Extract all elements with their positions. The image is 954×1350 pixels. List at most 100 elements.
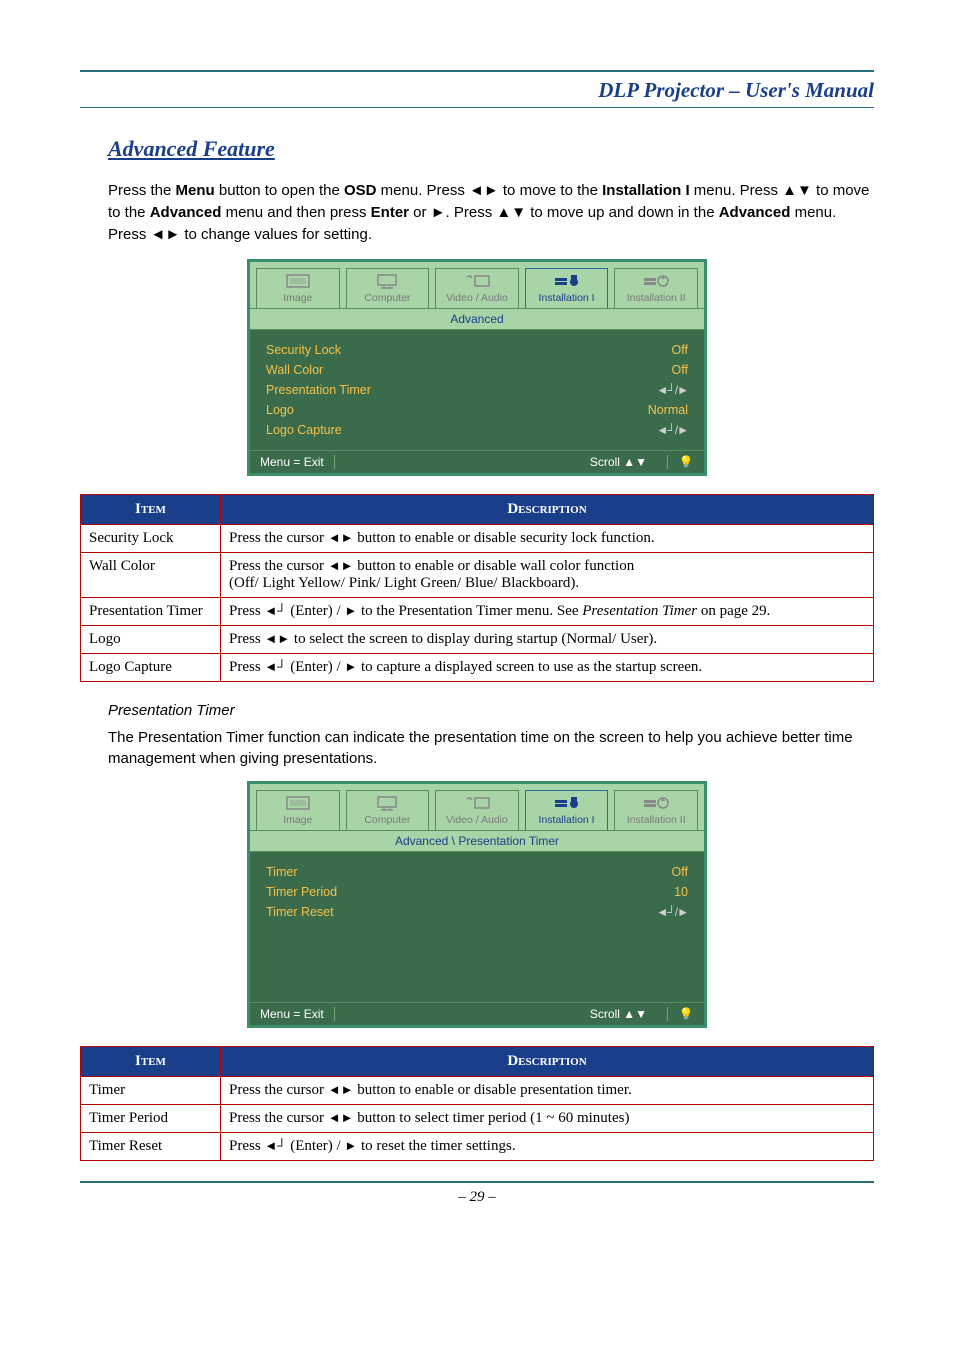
table-row: TimerPress the cursor button to enable o… [81, 1077, 874, 1105]
osd-row-value: Off [672, 865, 688, 879]
osd-tab-computer[interactable]: Computer [346, 268, 430, 308]
subsection-text: The Presentation Timer function can indi… [108, 727, 874, 769]
table-header-desc: Description [221, 1047, 874, 1077]
osd-tab-label: Image [283, 814, 312, 826]
osd-advanced-menu: Image Computer Video / Audio Installation I… [247, 259, 707, 476]
osd-tab-label: Installation II [627, 814, 686, 826]
osd-tab-image[interactable]: Image [256, 790, 340, 830]
osd-tab-icon [551, 271, 583, 291]
osd-row-security-lock[interactable]: Security Lock Off [266, 340, 688, 360]
arrow-right-icon [344, 603, 357, 619]
table-cell-desc: Press the cursor button to enable or dis… [221, 553, 874, 598]
table-row: LogoPress to select the screen to displa… [81, 626, 874, 654]
osd-tab-icon [551, 793, 583, 813]
enter-icon [264, 659, 286, 675]
table-header-item: Item [81, 495, 221, 525]
help-icon[interactable]: 💡 [678, 1007, 694, 1021]
table-cell-item: Wall Color [81, 553, 221, 598]
arrow-left-right-icon [328, 558, 354, 574]
osd-footer-sep [334, 1007, 335, 1021]
section-instructions: Press the Menu button to open the OSD me… [108, 180, 874, 245]
osd-footer-sep [667, 1007, 668, 1021]
table-cell-desc: Press (Enter) / to the Presentation Time… [221, 598, 874, 626]
osd-row-logo-capture[interactable]: Logo Capture ◄┘/► [266, 420, 688, 440]
osd-row-value: Off [672, 363, 688, 377]
osd-row-label: Security Lock [266, 343, 341, 357]
osd-tab-icon [371, 271, 403, 291]
table-cell-desc: Press (Enter) / to reset the timer setti… [221, 1133, 874, 1161]
section-title: Advanced Feature [108, 136, 874, 162]
osd-row-value: ◄┘/► [656, 383, 688, 397]
osd-row-value: Off [672, 343, 688, 357]
arrow-left-right-icon [328, 1110, 354, 1126]
osd-row-value: ◄┘/► [656, 423, 688, 437]
osd-row-timer[interactable]: TimerOff [266, 862, 688, 882]
osd-breadcrumb: Advanced \ Presentation Timer [250, 830, 704, 852]
osd-tab-label: Computer [364, 292, 410, 304]
osd-tab-image[interactable]: Image [256, 268, 340, 308]
osd-scroll-hint: Scroll ▲▼ [590, 1007, 647, 1021]
osd-row-wall-color[interactable]: Wall ColorOff [266, 360, 688, 380]
osd-footer-sep [667, 455, 668, 469]
osd-footer-sep [334, 455, 335, 469]
osd-scroll-hint: Scroll ▲▼ [590, 455, 647, 469]
osd-row-logo[interactable]: LogoNormal [266, 400, 688, 420]
arrow-right-icon [344, 1138, 357, 1154]
osd-row-label: Presentation Timer [266, 383, 371, 397]
osd-row-label: Timer Reset [266, 905, 334, 919]
table-cell-item: Presentation Timer [81, 598, 221, 626]
osd-tab-computer[interactable]: Computer [346, 790, 430, 830]
header-rule-top [80, 70, 874, 72]
osd-row-timer-period[interactable]: Timer Period10 [266, 882, 688, 902]
osd-row-label: Timer Period [266, 885, 337, 899]
table-row: Timer ResetPress (Enter) / to reset the … [81, 1133, 874, 1161]
table-row: Wall ColorPress the cursor button to ena… [81, 553, 874, 598]
enter-icon [264, 603, 286, 619]
table-cell-item: Logo [81, 626, 221, 654]
osd-tab-installation-ii[interactable]: Installation II [614, 790, 698, 830]
osd-tab-icon [640, 271, 672, 291]
osd-tab-label: Installation I [539, 292, 595, 304]
table-cell-desc: Press the cursor button to enable or dis… [221, 525, 874, 553]
osd-tab-video-audio[interactable]: Video / Audio [435, 268, 519, 308]
advanced-desc-table: Item Description Security LockPress the … [80, 494, 874, 682]
footer-rule [80, 1181, 874, 1183]
table-row: Logo CapturePress (Enter) / to capture a… [81, 654, 874, 682]
table-cell-item: Logo Capture [81, 654, 221, 682]
table-row: Presentation TimerPress (Enter) / to the… [81, 598, 874, 626]
subsection-title: Presentation Timer [108, 702, 874, 719]
osd-tab-installation-ii[interactable]: Installation II [614, 268, 698, 308]
osd-tab-label: Installation II [627, 292, 686, 304]
osd-tab-icon [282, 271, 314, 291]
arrow-right-icon [344, 659, 357, 675]
arrow-left-right-icon [328, 530, 354, 546]
osd-breadcrumb: Advanced [250, 308, 704, 330]
osd-tab-installation-i[interactable]: Installation I [525, 790, 609, 830]
osd-tab-installation-i[interactable]: Installation I [525, 268, 609, 308]
table-cell-desc: Press the cursor button to enable or dis… [221, 1077, 874, 1105]
osd-tab-video-audio[interactable]: Video / Audio [435, 790, 519, 830]
osd-row-timer-reset[interactable]: Timer Reset ◄┘/► [266, 902, 688, 922]
osd-tab-icon [461, 793, 493, 813]
table-cell-item: Timer [81, 1077, 221, 1105]
table-row: Timer PeriodPress the cursor button to s… [81, 1105, 874, 1133]
timer-desc-table: Item Description TimerPress the cursor b… [80, 1046, 874, 1161]
osd-row-value: ◄┘/► [656, 905, 688, 919]
osd-tab-label: Video / Audio [446, 814, 508, 826]
osd-row-presentation-timer[interactable]: Presentation Timer ◄┘/► [266, 380, 688, 400]
arrow-left-right-icon [264, 631, 290, 647]
osd-row-label: Logo [266, 403, 294, 417]
osd-tab-label: Computer [364, 814, 410, 826]
doc-header-title: DLP Projector – User's Manual [80, 78, 874, 103]
osd-tab-icon [461, 271, 493, 291]
osd-menu-exit[interactable]: Menu = Exit [260, 455, 324, 469]
osd-menu-exit[interactable]: Menu = Exit [260, 1007, 324, 1021]
osd-row-label: Logo Capture [266, 423, 342, 437]
help-icon[interactable]: 💡 [678, 455, 694, 469]
table-cell-item: Security Lock [81, 525, 221, 553]
header-rule-bottom [80, 107, 874, 108]
table-header-item: Item [81, 1047, 221, 1077]
table-row: Security LockPress the cursor button to … [81, 525, 874, 553]
osd-tab-icon [371, 793, 403, 813]
osd-tab-label: Installation I [539, 814, 595, 826]
